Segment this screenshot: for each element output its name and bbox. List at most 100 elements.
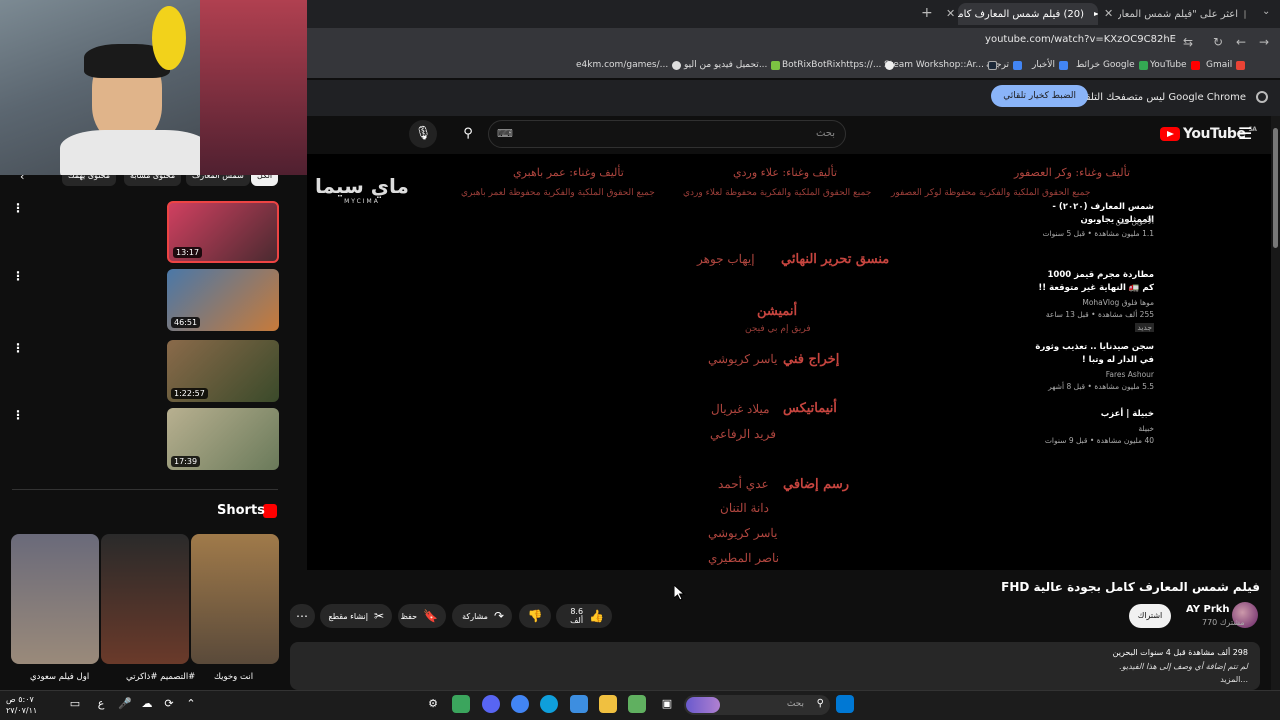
search-input[interactable]: بحث ⌨ (488, 120, 846, 148)
video-title[interactable]: سجن صيدنايا .. تعذيب وثورة في الدار له و… (1034, 341, 1154, 367)
infobar-message: Google Chrome ليس متصفحك التلقائي (1071, 92, 1246, 103)
video-title[interactable]: مطاردة مجرم قيمز 1000 كم 🚛 النهاية غير م… (1034, 269, 1154, 295)
video-title: فيلم شمس المعارف كامل بجودة عالية FHD (1001, 580, 1260, 594)
short-title[interactable]: #التصميم #ذاكرتي (126, 672, 195, 682)
app-icon[interactable] (628, 695, 646, 713)
site-settings-icon[interactable]: ⇆ (1180, 34, 1196, 50)
credit-name: ياسر كريوشي (708, 526, 778, 540)
maps-icon (1138, 60, 1148, 70)
language-icon[interactable]: ع (92, 695, 110, 713)
channel-name[interactable]: خبيلة (1138, 424, 1154, 433)
credit-name: دانة التنان (720, 501, 769, 515)
hamburger-menu-icon[interactable]: ☰ (1238, 124, 1252, 143)
short-thumbnail[interactable] (11, 534, 99, 664)
scrollbar-thumb[interactable] (1273, 128, 1278, 248)
edge-icon[interactable] (540, 695, 558, 713)
credit-line: تأليف وغناء: علاء وردي (733, 166, 838, 179)
new-badge: جديد (1135, 323, 1154, 332)
discord-icon[interactable] (482, 695, 500, 713)
more-options-icon[interactable]: ⋮ (12, 201, 24, 215)
video-thumbnail[interactable]: 46:51 (167, 269, 279, 331)
channel-name[interactable]: الأخوين قس (1116, 217, 1154, 226)
xbox-icon[interactable] (452, 695, 470, 713)
video-thumbnail[interactable]: 13:17 (167, 201, 279, 263)
microphone-icon[interactable]: 🎤 (116, 695, 134, 713)
short-title[interactable]: انت وخويك (214, 672, 253, 682)
bookmark-downloader[interactable]: تحميل فيديو من اليو... (684, 60, 781, 70)
bookmark-news[interactable]: الأخبار (1032, 60, 1069, 70)
more-options-icon[interactable]: ⋮ (12, 341, 24, 355)
credit-line: جميع الحقوق الملكية والفكرية محفوظة لعمر… (461, 188, 655, 198)
taskbar-search[interactable]: بحث ⚲ (684, 695, 830, 715)
file-explorer-icon[interactable] (599, 695, 617, 713)
video-meta: 1.1 مليون مشاهدة • قبل 5 سنوات (1042, 229, 1154, 238)
description-box[interactable]: 298 ألف مشاهدة قبل 4 سنوات البحرين لم تت… (290, 642, 1260, 690)
short-title[interactable]: اول فيلم سعودي (30, 672, 89, 682)
more-options-icon[interactable]: ⋮ (12, 408, 24, 422)
show-more-link[interactable]: ...المزيد (1220, 675, 1248, 684)
bookmark-maps[interactable]: خرائط Google (1076, 60, 1148, 70)
channel-name[interactable]: AY Prkh (1186, 604, 1230, 615)
credit-role: إخراج فني (783, 352, 840, 367)
share-button[interactable]: ↷ مشاركة (452, 604, 512, 628)
app-icon[interactable] (570, 695, 588, 713)
duration-badge: 46:51 (171, 317, 201, 328)
keyboard-icon[interactable]: ⌨ (497, 127, 513, 140)
bookmark-gmail[interactable]: Gmail (1206, 60, 1246, 70)
search-highlight-image (686, 697, 720, 713)
search-icon[interactable]: ⚲ (454, 120, 482, 148)
close-tab-icon[interactable]: ✕ (1104, 7, 1113, 20)
network-icon[interactable]: ☁ (138, 695, 156, 713)
address-bar[interactable]: youtube.com/watch?v=KXzOC9C82hE (985, 34, 1176, 45)
credit-name: فريد الرفاعي (710, 427, 776, 441)
duration-badge: 1:22:57 (171, 388, 208, 399)
browser-tab-active[interactable]: (20) فيلم شمس المعارف كامل بـ... (958, 3, 1098, 25)
taskbar-clock[interactable]: ٥:٠٧ ص ٢٧/٠٧/١١ (6, 694, 37, 716)
reload-icon[interactable]: ↻ (1210, 34, 1226, 50)
sync-icon[interactable]: ⟳ (160, 695, 178, 713)
mycima-watermark: ماي سيما MYCIMA (315, 174, 409, 205)
bookmark-steam[interactable]: Steam Workshop::Ar... (884, 60, 998, 70)
subscribe-button[interactable]: اشتراك (1129, 604, 1171, 628)
chrome-icon (1256, 91, 1268, 103)
credit-sub: فريق إم بي فيجن (745, 324, 811, 334)
bookmark-botrix[interactable]: BotRixBotRixhttps://... (782, 60, 895, 70)
clip-button[interactable]: ✂ إنشاء مقطع (320, 604, 392, 628)
browser-tab[interactable]: اعثر على "فيلم شمس المعارف" ع... (1118, 3, 1254, 25)
video-thumbnail[interactable]: 17:39 (167, 408, 279, 470)
windows-start-icon[interactable] (836, 695, 854, 713)
notification-icon[interactable]: ▭ (66, 695, 84, 713)
video-thumbnail[interactable]: 1:22:57 (167, 340, 279, 402)
short-thumbnail[interactable] (191, 534, 279, 664)
video-meta: 255 ألف مشاهدة • قبل 13 ساعة (1045, 310, 1154, 319)
settings-icon[interactable]: ⚙ (424, 695, 442, 713)
close-tab-icon[interactable]: ✕ (946, 7, 955, 20)
task-view-icon[interactable]: ▣ (658, 695, 676, 713)
more-options-icon[interactable]: ⋮ (12, 269, 24, 283)
set-default-button[interactable]: الضبط كخيار تلقائي (991, 85, 1088, 107)
like-button[interactable]: 👍 8.6 ألف (556, 604, 612, 628)
video-title[interactable]: خبيلة | أعزب (1034, 408, 1154, 421)
scrollbar[interactable] (1271, 116, 1280, 690)
dislike-button[interactable]: 👎 (519, 604, 551, 628)
bookmark-youtube[interactable]: YouTube (1150, 60, 1200, 70)
channel-name[interactable]: موها فلوق MohaVlog (1082, 298, 1154, 307)
chrome-taskbar-icon[interactable] (511, 695, 529, 713)
credit-name: إيهاب جوهر (697, 252, 755, 266)
microphone-icon[interactable]: 🎙 (409, 120, 437, 148)
credit-role: رسم إضافي (783, 477, 850, 492)
more-actions-button[interactable]: ⋯ (289, 604, 315, 628)
channel-name[interactable]: Fares Ashour (1106, 370, 1154, 379)
back-icon[interactable]: → (1256, 34, 1272, 50)
new-tab-icon[interactable]: + (921, 5, 933, 21)
bookmark-e4km[interactable]: e4km.com/games/... (576, 60, 682, 70)
save-button[interactable]: 🔖 حفظ (398, 604, 446, 628)
tab-search-icon[interactable]: ⌄ (1262, 6, 1270, 17)
tab-title: (20) فيلم شمس المعارف كامل بـ... (958, 8, 1084, 20)
chevron-up-icon[interactable]: ⌃ (182, 695, 200, 713)
short-thumbnail[interactable] (101, 534, 189, 664)
forward-icon[interactable]: ← (1233, 34, 1249, 50)
streamer-shirt (60, 130, 210, 175)
credit-name: ناصر المطيري (708, 551, 780, 565)
news-icon (1059, 60, 1069, 70)
